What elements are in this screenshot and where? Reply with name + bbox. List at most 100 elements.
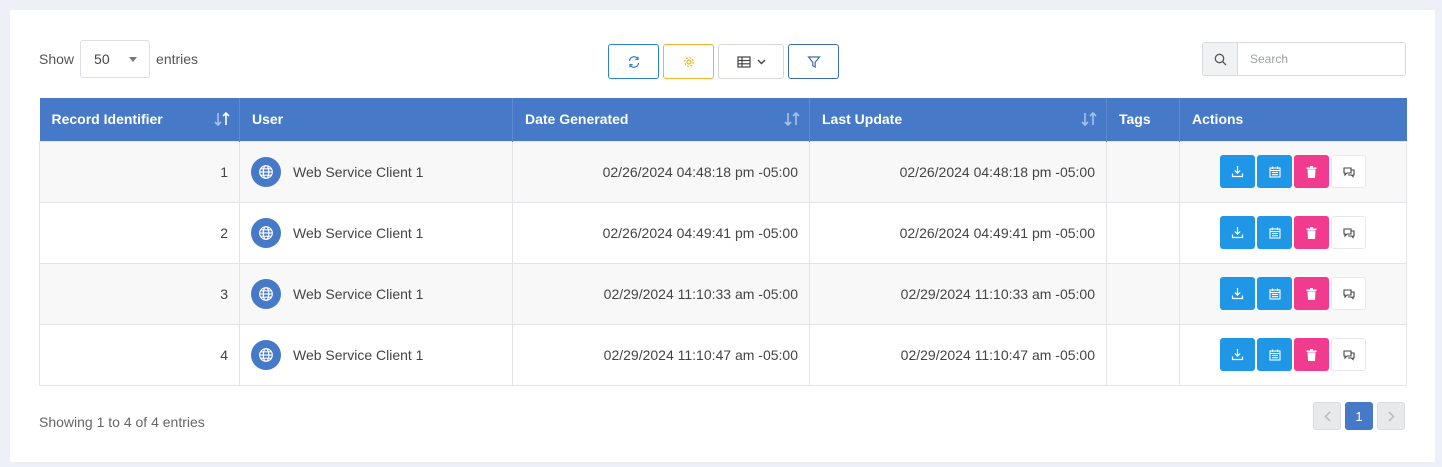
record-identifier-cell: 3 [39, 262, 240, 325]
actions-cell [1179, 262, 1407, 325]
column-header-label: User [252, 111, 284, 128]
trash-icon [1306, 165, 1317, 178]
table-toolbar [608, 44, 839, 79]
user-name: Web Service Client 1 [293, 285, 424, 302]
search-addon [1203, 43, 1238, 75]
table-row: 3 Web Service Client 1 02/29/2024 11:10:33… [39, 262, 1407, 325]
delete-button[interactable] [1294, 216, 1329, 249]
delete-button[interactable] [1294, 338, 1329, 371]
column-header-tags: Tags [1106, 98, 1180, 141]
date-generated-cell: 02/29/2024 11:10:47 am -05:00 [512, 323, 810, 386]
column-header-label: Record Identifier [51, 111, 163, 128]
user-name: Web Service Client 1 [293, 346, 424, 363]
length-menu: Show 50 entries [39, 40, 198, 78]
user-name: Web Service Client 1 [293, 224, 424, 241]
column-header-actions: Actions [1179, 98, 1407, 141]
show-label: Show [39, 51, 75, 67]
last-update-cell: 02/29/2024 11:10:33 am -05:00 [809, 262, 1107, 325]
comment-button[interactable] [1331, 277, 1366, 310]
comment-button[interactable] [1331, 155, 1366, 188]
schedule-button[interactable] [1257, 155, 1292, 188]
trash-icon [1306, 348, 1317, 361]
last-update-cell: 02/26/2024 04:48:18 pm -05:00 [809, 140, 1107, 203]
schedule-button[interactable] [1257, 277, 1292, 310]
globe-icon [251, 217, 281, 248]
date-generated-cell: 02/26/2024 04:49:41 pm -05:00 [512, 201, 810, 264]
record-identifier-cell: 1 [39, 140, 240, 203]
calendar-icon [1268, 166, 1281, 178]
sort-icon [784, 111, 800, 127]
user-cell: Web Service Client 1 [239, 201, 513, 264]
trash-icon [1306, 287, 1317, 300]
record-identifier-cell: 4 [39, 323, 240, 386]
records-table: Record Identifier User Date Generated La… [39, 98, 1407, 386]
comment-button[interactable] [1331, 216, 1366, 249]
delete-button[interactable] [1294, 155, 1329, 188]
download-button[interactable] [1220, 216, 1255, 249]
column-header-date-generated[interactable]: Date Generated [512, 98, 810, 141]
filter-button[interactable] [788, 44, 839, 79]
column-header-label: Last Update [822, 111, 903, 128]
record-identifier-cell: 2 [39, 201, 240, 264]
globe-icon [251, 156, 281, 187]
next-page-button[interactable] [1377, 402, 1405, 430]
entries-per-page-select[interactable]: 50 [80, 40, 151, 78]
column-header-label: Tags [1119, 111, 1151, 128]
globe-icon [251, 278, 281, 309]
page-button-current[interactable]: 1 [1345, 402, 1373, 430]
download-icon [1231, 226, 1244, 239]
comment-icon [1342, 227, 1356, 239]
user-name: Web Service Client 1 [293, 163, 424, 180]
download-button[interactable] [1220, 155, 1255, 188]
column-header-label: Actions [1192, 111, 1244, 128]
download-button[interactable] [1220, 277, 1255, 310]
chevron-down-icon [129, 57, 138, 62]
user-cell: Web Service Client 1 [239, 140, 513, 203]
sort-icon [1081, 111, 1097, 127]
refresh-button[interactable] [608, 44, 659, 79]
pagination: 1 [1313, 402, 1405, 430]
column-header-record-identifier[interactable]: Record Identifier [39, 98, 240, 141]
filter-icon [806, 55, 821, 68]
sort-asc-icon [214, 111, 230, 127]
download-icon [1231, 348, 1244, 361]
entries-per-page-value: 50 [94, 51, 110, 67]
chevron-down-icon [757, 59, 765, 64]
row-actions [1191, 277, 1395, 310]
table-header-row: Record Identifier User Date Generated La… [39, 98, 1407, 141]
refresh-icon [628, 55, 639, 68]
tags-cell [1106, 201, 1180, 264]
schedule-button[interactable] [1257, 216, 1292, 249]
calendar-icon [1268, 288, 1281, 300]
actions-cell [1179, 140, 1407, 203]
table-row: 4 Web Service Client 1 02/29/2024 11:10:47… [39, 323, 1407, 386]
download-button[interactable] [1220, 338, 1255, 371]
calendar-icon [1268, 227, 1281, 239]
comment-button[interactable] [1331, 338, 1366, 371]
calendar-icon [1268, 349, 1281, 361]
table-row: 1 Web Service Client 1 02/26/2024 04:48:18… [39, 140, 1407, 203]
column-header-user: User [239, 98, 513, 141]
user-cell: Web Service Client 1 [239, 323, 513, 386]
table-row: 2 Web Service Client 1 02/26/2024 04:49:41… [39, 201, 1407, 264]
tags-cell [1106, 140, 1180, 203]
settings-button[interactable] [663, 44, 714, 79]
search-box [1202, 42, 1406, 76]
column-header-last-update[interactable]: Last Update [809, 98, 1107, 141]
search-input[interactable] [1238, 43, 1405, 75]
delete-button[interactable] [1294, 277, 1329, 310]
entries-label: entries [156, 51, 199, 67]
download-icon [1231, 165, 1244, 178]
table-icon [736, 55, 751, 68]
records-panel: Show 50 entries Search Record Identifier… [10, 10, 1435, 462]
column-visibility-button[interactable] [718, 44, 784, 79]
last-update-cell: 02/29/2024 11:10:47 am -05:00 [809, 323, 1107, 386]
schedule-button[interactable] [1257, 338, 1292, 371]
comment-icon [1342, 288, 1356, 300]
globe-icon [251, 339, 281, 370]
last-update-cell: 02/26/2024 04:49:41 pm -05:00 [809, 201, 1107, 264]
previous-page-button[interactable] [1313, 402, 1341, 430]
actions-cell [1179, 323, 1407, 386]
actions-cell [1179, 201, 1407, 264]
comment-icon [1342, 166, 1356, 178]
